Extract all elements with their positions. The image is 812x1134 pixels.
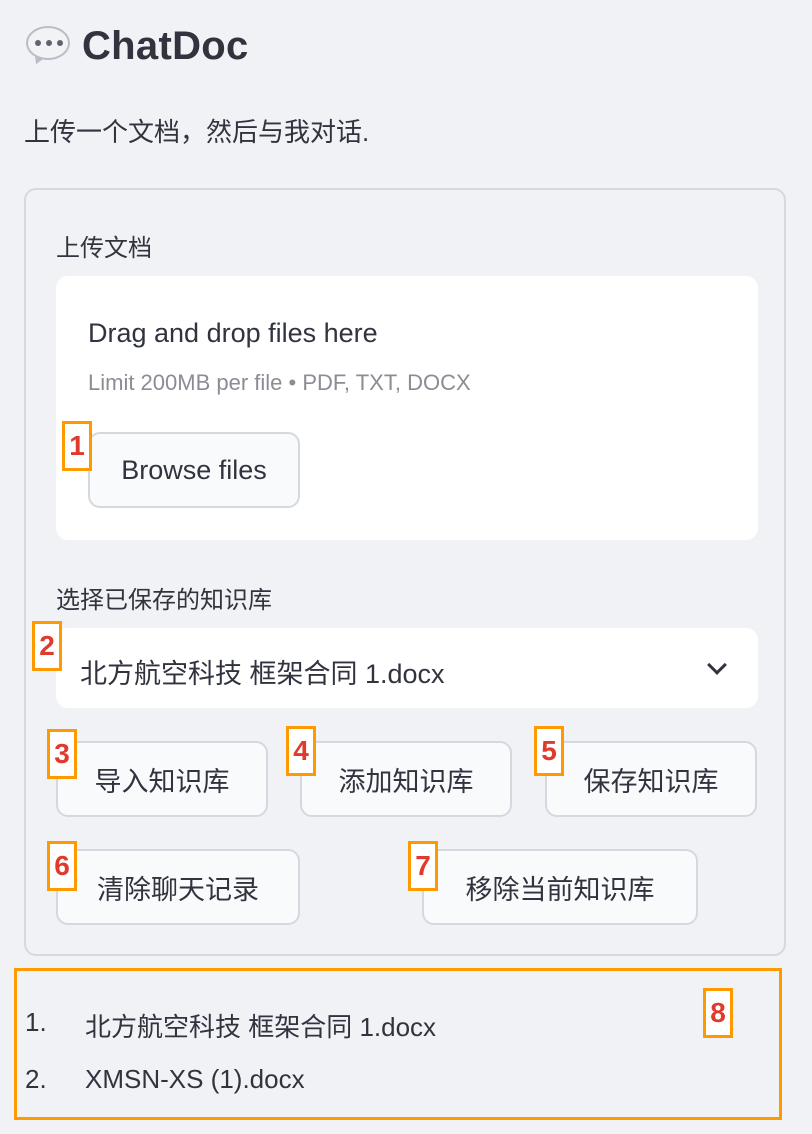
list-item-name: 北方航空科技 框架合同 1.docx bbox=[85, 1012, 437, 1042]
dropzone-text: Drag and drop files here bbox=[88, 318, 378, 348]
kb-select[interactable]: 北方航空科技 框架合同 1.docx bbox=[56, 628, 758, 708]
annotation-badge-3: 3 bbox=[47, 729, 77, 779]
title-row: ChatDoc bbox=[24, 20, 249, 72]
list-item: 2. XMSN-XS (1).docx bbox=[25, 1064, 305, 1095]
list-item-number: 1. bbox=[25, 1007, 47, 1037]
annotation-badge-2: 2 bbox=[32, 621, 62, 671]
app-page: ChatDoc 上传一个文档，然后与我对话. 上传文档 Drag and dro… bbox=[0, 0, 812, 1134]
clear-chat-button[interactable]: 清除聊天记录 bbox=[56, 849, 300, 925]
list-item-name: XMSN-XS (1).docx bbox=[85, 1064, 305, 1094]
annotation-badge-4: 4 bbox=[286, 726, 316, 776]
annotation-badge-6: 6 bbox=[47, 841, 77, 891]
page-subtitle: 上传一个文档，然后与我对话. bbox=[24, 117, 370, 147]
annotation-badge-5: 5 bbox=[534, 726, 564, 776]
page-title: ChatDoc bbox=[82, 23, 249, 68]
kb-file-list: 1. 北方航空科技 框架合同 1.docx 2. XMSN-XS (1).doc… bbox=[14, 968, 782, 1120]
upload-label: 上传文档 bbox=[56, 235, 152, 262]
kb-select-label: 选择已保存的知识库 bbox=[56, 587, 272, 614]
kb-select-value: 北方航空科技 框架合同 1.docx bbox=[80, 659, 445, 689]
add-kb-button[interactable]: 添加知识库 bbox=[300, 741, 512, 817]
browse-files-button[interactable]: Browse files bbox=[88, 432, 300, 508]
remove-kb-button[interactable]: 移除当前知识库 bbox=[422, 849, 698, 925]
speech-bubble-icon bbox=[24, 23, 72, 69]
list-item: 1. 北方航空科技 框架合同 1.docx bbox=[25, 1007, 436, 1044]
chevron-down-icon bbox=[707, 655, 727, 675]
save-kb-button[interactable]: 保存知识库 bbox=[545, 741, 757, 817]
annotation-badge-8: 8 bbox=[703, 988, 733, 1038]
import-kb-button[interactable]: 导入知识库 bbox=[56, 741, 268, 817]
annotation-badge-7: 7 bbox=[408, 841, 438, 891]
list-item-number: 2. bbox=[25, 1064, 47, 1094]
annotation-badge-1: 1 bbox=[62, 421, 92, 471]
dropzone-limit: Limit 200MB per file • PDF, TXT, DOCX bbox=[88, 370, 471, 395]
